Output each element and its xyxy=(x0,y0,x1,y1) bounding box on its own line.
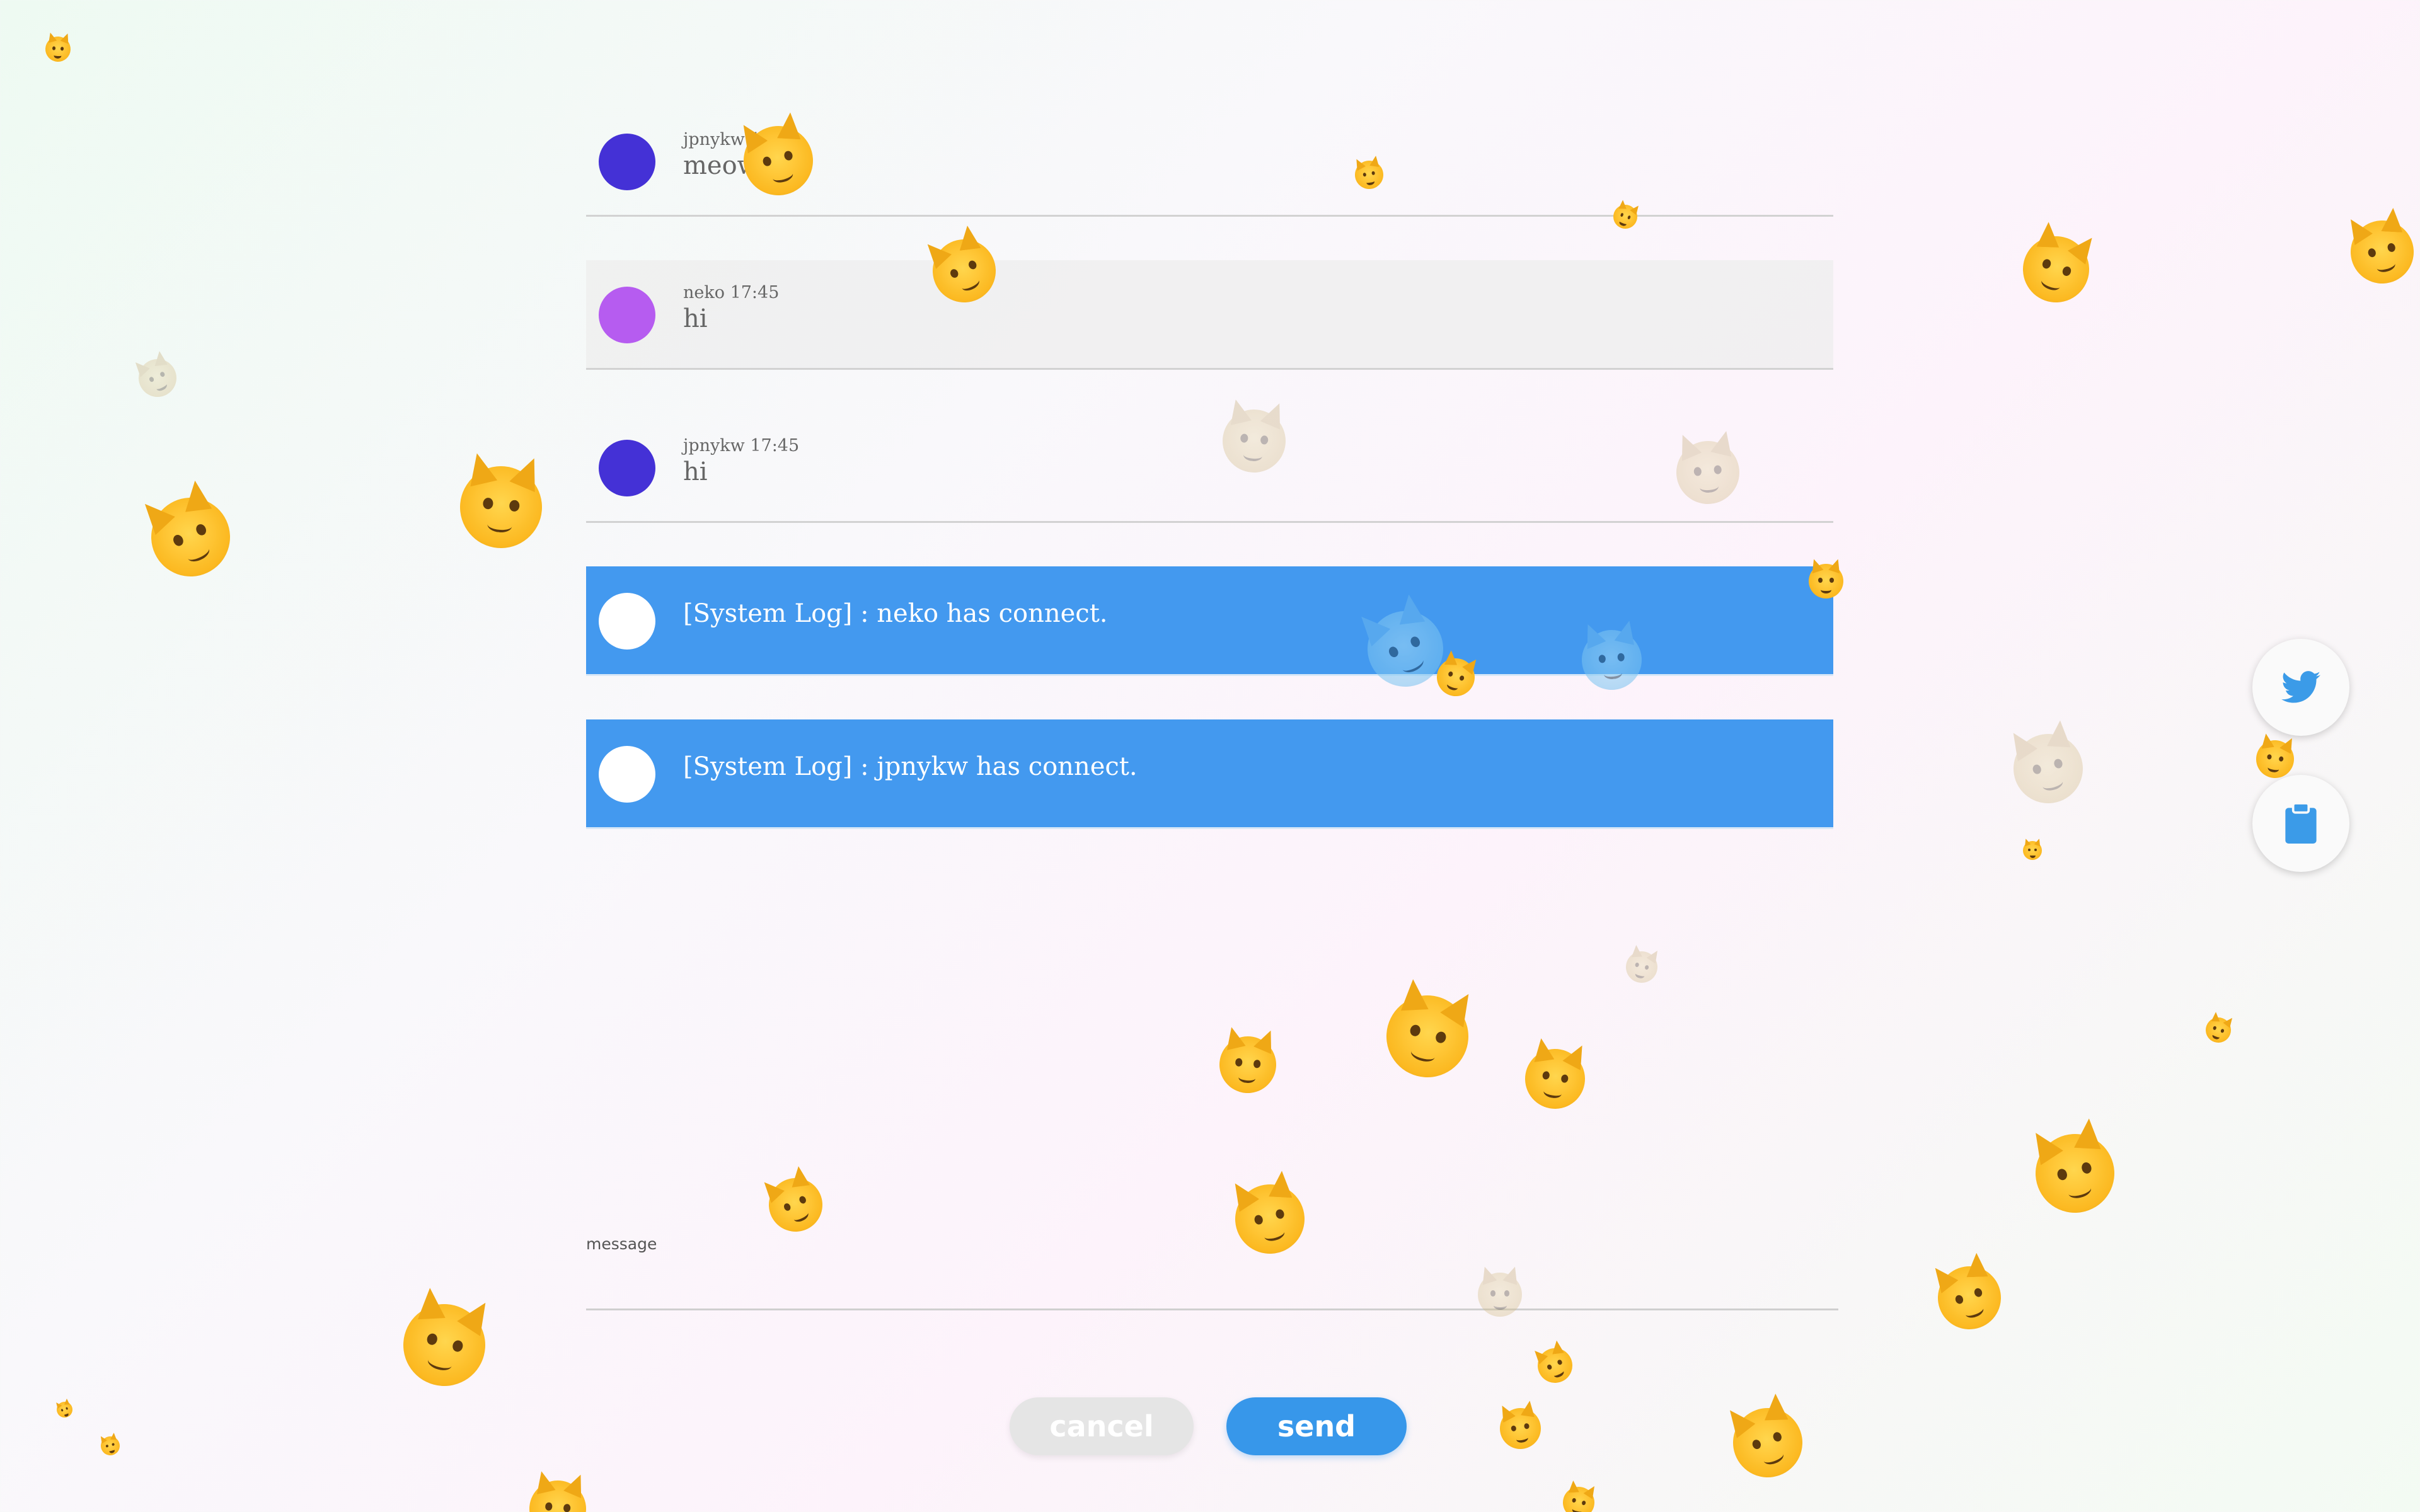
cat-emoji-icon xyxy=(456,463,546,552)
cat-emoji-icon xyxy=(2023,841,2042,860)
send-button[interactable]: send xyxy=(1226,1397,1407,1455)
message-composer: message xyxy=(586,1235,1838,1310)
message-meta: jpnykw 17:45 xyxy=(683,130,800,149)
cat-emoji-icon xyxy=(2006,726,2091,811)
chat-message: jpnykw 17:45 meow xyxy=(586,107,1833,217)
system-log-message: [System Log] : jpnykw has connect. xyxy=(586,719,1833,829)
cat-emoji-icon xyxy=(138,484,243,590)
system-log-message: [System Log] : neko has connect. xyxy=(586,566,1833,676)
message-text: hi xyxy=(683,457,708,486)
cat-emoji-icon xyxy=(1520,1044,1589,1114)
copy-link-button[interactable] xyxy=(2252,775,2349,872)
chat-log: jpnykw 17:45 meow neko 17:45 hi jpnykw 1… xyxy=(586,107,1833,873)
message-label: message xyxy=(586,1235,657,1253)
cat-emoji-icon xyxy=(1724,1399,1812,1487)
cat-emoji-icon xyxy=(99,1435,122,1458)
chat-message: jpnykw 17:45 hi xyxy=(586,413,1833,523)
twitter-icon xyxy=(2281,671,2320,703)
cat-emoji-icon xyxy=(1377,986,1477,1087)
cat-emoji-icon xyxy=(394,1295,494,1395)
cat-emoji-icon xyxy=(44,36,71,63)
message-input[interactable] xyxy=(586,1257,1838,1310)
avatar xyxy=(599,134,655,190)
cat-emoji-icon xyxy=(1497,1405,1545,1453)
system-log-text: [System Log] : jpnykw has connect. xyxy=(683,752,1138,781)
cat-emoji-icon xyxy=(760,1169,831,1240)
cat-emoji-icon xyxy=(527,1478,589,1512)
message-text: hi xyxy=(683,304,708,333)
cat-emoji-icon xyxy=(1532,1343,1579,1389)
message-meta: jpnykw 17:45 xyxy=(683,436,800,455)
message-text: meow xyxy=(683,151,759,180)
cancel-button[interactable]: cancel xyxy=(1010,1397,1194,1455)
avatar xyxy=(599,287,655,343)
clipboard-icon xyxy=(2285,803,2317,844)
cat-emoji-icon xyxy=(1559,1483,1598,1512)
cat-emoji-icon xyxy=(1929,1257,2010,1339)
cat-emoji-icon xyxy=(2253,737,2297,781)
message-meta: neko 17:45 xyxy=(683,283,780,302)
avatar xyxy=(599,440,655,496)
cat-emoji-icon xyxy=(2014,227,2099,312)
avatar xyxy=(599,746,655,803)
chat-message: neko 17:45 hi xyxy=(586,260,1833,370)
twitter-share-button[interactable] xyxy=(2252,639,2349,736)
cat-emoji-icon xyxy=(54,1399,75,1420)
cat-emoji-icon xyxy=(2344,214,2420,291)
cat-emoji-icon xyxy=(2202,1014,2234,1046)
cat-emoji-icon xyxy=(132,353,183,403)
cat-emoji-icon xyxy=(1217,1034,1279,1096)
system-log-text: [System Log] : neko has connect. xyxy=(683,599,1108,628)
cat-emoji-icon xyxy=(1622,948,1661,987)
cat-emoji-icon xyxy=(2027,1125,2124,1222)
avatar xyxy=(599,593,655,650)
